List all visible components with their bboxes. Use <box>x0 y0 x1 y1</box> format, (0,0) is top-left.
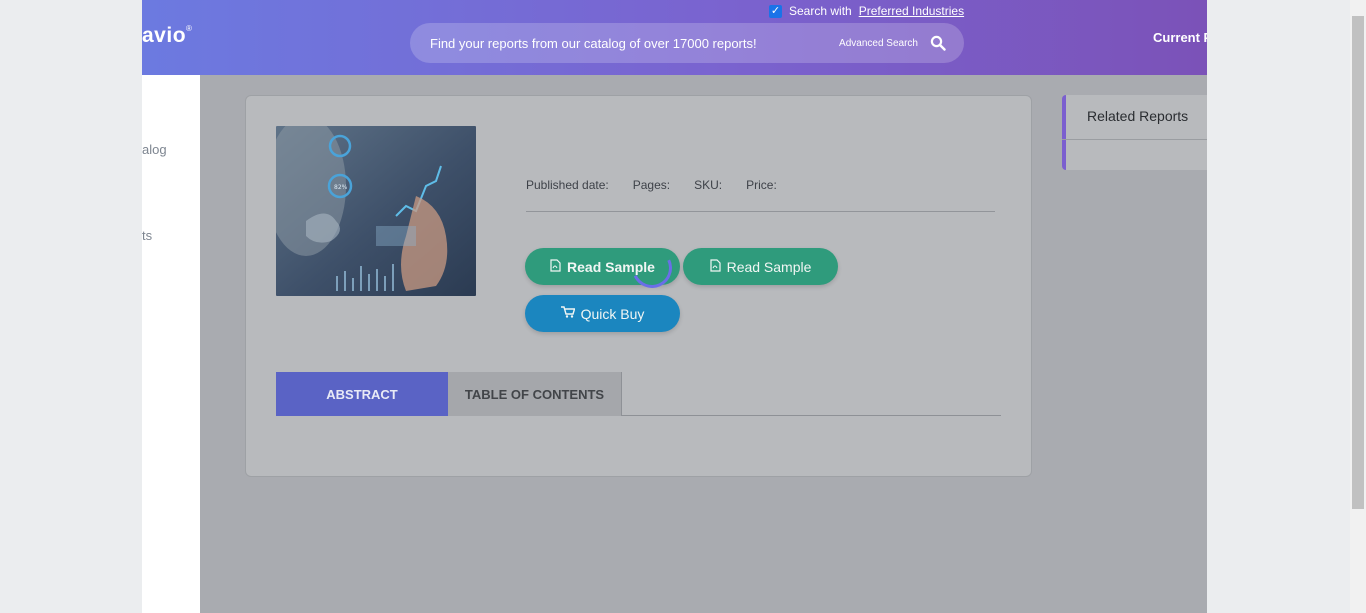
logo-text: avio <box>142 24 187 47</box>
advanced-search-link[interactable]: Advanced Search <box>839 38 918 49</box>
side-menu-item-reports[interactable]: ts <box>142 228 152 243</box>
read-sample-secondary-label: Read Sample <box>726 258 812 275</box>
read-sample-secondary-button[interactable]: Read Sample <box>683 248 838 285</box>
search-bar[interactable]: Find your reports from our catalog of ov… <box>410 23 964 63</box>
meta-divider <box>526 211 995 212</box>
related-reports-title: Related Reports <box>1087 108 1189 124</box>
site-logo[interactable]: avio® <box>142 24 192 48</box>
current-nav-link[interactable]: Current Pl <box>1153 30 1207 45</box>
sku-label: SKU: <box>694 178 723 192</box>
tab-abstract[interactable]: ABSTRACT <box>276 372 448 416</box>
report-tabs: ABSTRACT TABLE OF CONTENTS <box>276 372 1001 416</box>
side-menu-item-catalog[interactable]: alog <box>142 142 167 157</box>
preferred-industries-link[interactable]: Preferred Industries <box>859 4 964 18</box>
right-gutter <box>1207 0 1350 613</box>
app-window: avio® ✓ Search with Preferred Industries… <box>142 0 1207 613</box>
scrollbar-thumb[interactable] <box>1352 16 1364 509</box>
price-label: Price: <box>746 178 777 192</box>
search-input[interactable]: Find your reports from our catalog of ov… <box>430 36 839 51</box>
side-menu: alog ts <box>142 75 200 613</box>
related-reports-card: Related Reports <box>1062 95 1207 170</box>
report-thumbnail: 82% <box>276 126 476 296</box>
svg-text:82%: 82% <box>334 184 348 191</box>
report-meta: Published date: Pages: SKU: Price: <box>526 178 777 192</box>
preferred-industries-row: ✓ Search with Preferred Industries <box>769 4 964 18</box>
site-header: avio® ✓ Search with Preferred Industries… <box>142 0 1207 75</box>
pdf-icon <box>550 258 561 275</box>
left-gutter <box>0 0 142 613</box>
search-icon[interactable] <box>930 35 946 51</box>
logo-mark: ® <box>186 24 193 33</box>
pdf-icon <box>709 258 721 275</box>
related-divider <box>1062 139 1207 140</box>
tab-table-of-contents[interactable]: TABLE OF CONTENTS <box>448 372 622 416</box>
cart-icon <box>560 306 576 321</box>
quick-buy-label: Quick Buy <box>580 305 645 322</box>
checkbox-checked-icon[interactable]: ✓ <box>769 4 782 18</box>
preferred-prefix: Search with <box>789 4 852 18</box>
pages-label: Pages: <box>632 178 671 192</box>
quick-buy-button[interactable]: Quick Buy <box>525 295 680 332</box>
report-card: 82% Published date: Pages: SKU: Price: A… <box>245 95 1032 477</box>
published-date-label: Published date: <box>526 178 609 192</box>
